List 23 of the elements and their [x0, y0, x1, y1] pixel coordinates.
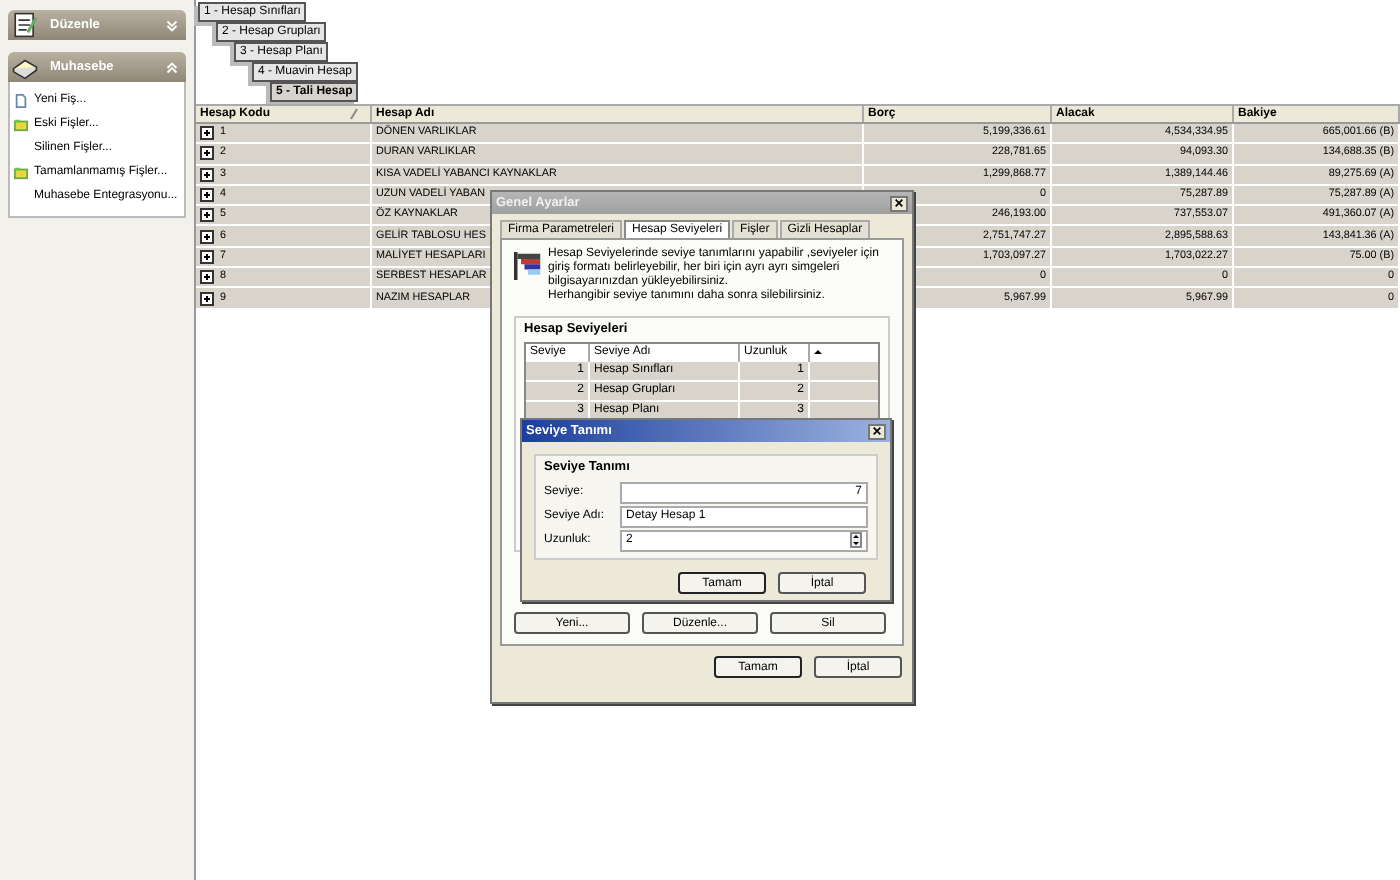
book-icon: [12, 54, 38, 80]
sort-icon: [350, 108, 358, 120]
expand-icon[interactable]: [200, 291, 214, 306]
expand-icon[interactable]: [200, 188, 214, 203]
expand-icon[interactable]: [200, 208, 214, 223]
close-icon: [894, 198, 904, 208]
spinner-icon[interactable]: [850, 532, 862, 548]
expand-icon[interactable]: [200, 249, 214, 264]
expand-icon[interactable]: [200, 146, 214, 161]
notepad-icon: [12, 12, 38, 38]
chevron-icon[interactable]: [166, 19, 178, 31]
close-button[interactable]: [868, 423, 886, 439]
folder-icon: [14, 165, 28, 179]
expand-icon[interactable]: [200, 229, 214, 244]
folder-icon: [14, 117, 28, 131]
levels-icon: [514, 252, 542, 280]
expand-icon[interactable]: [200, 167, 214, 182]
close-icon: [872, 426, 882, 436]
close-button[interactable]: [890, 195, 908, 211]
document-icon: [14, 93, 28, 107]
expand-icon[interactable]: [200, 126, 214, 141]
expand-icon[interactable]: [200, 270, 214, 285]
chevron-icon[interactable]: [166, 61, 178, 73]
